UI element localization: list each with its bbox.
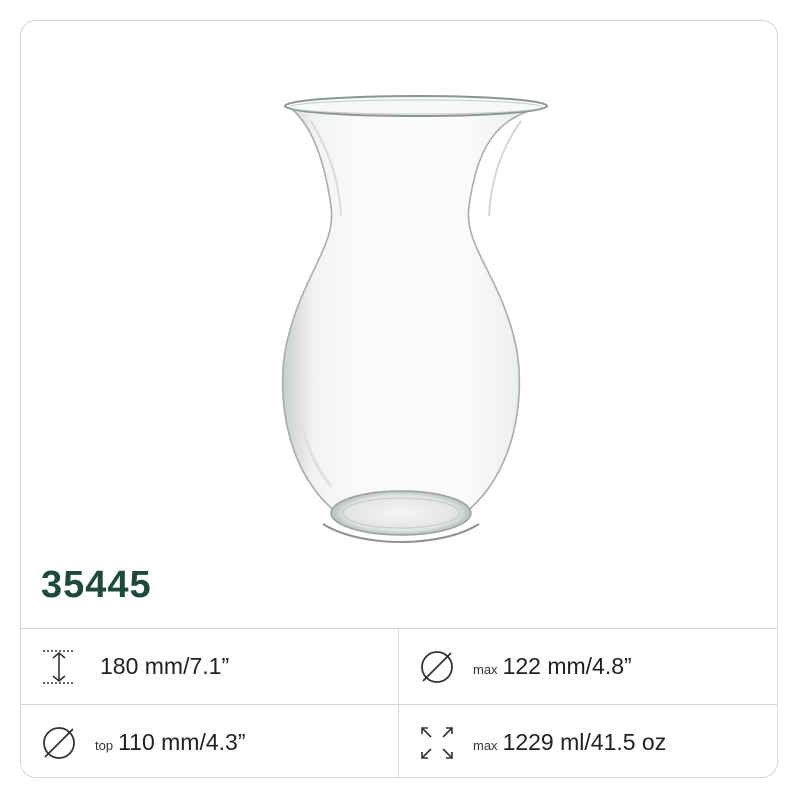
- spec-value: 110 mm/4.3”: [118, 729, 246, 755]
- spec-value: 122 mm/4.8”: [502, 653, 632, 679]
- diameter-icon: [37, 721, 81, 765]
- vase-image: [281, 95, 548, 543]
- product-code: 35445: [41, 564, 152, 606]
- height-icon: [37, 645, 81, 689]
- spec-max-diameter: max 122 mm/4.8”: [399, 629, 777, 704]
- spec-height: 180 mm/7.1”: [21, 629, 399, 704]
- spec-prefix: top: [95, 738, 114, 753]
- specs-table: 180 mm/7.1” max 122 mm/4.8” top 110 mm/4…: [21, 628, 777, 777]
- product-card: 35445 180 mm/7.1” max 122 mm/4.8” top 11…: [20, 20, 778, 778]
- spec-top-diameter: top 110 mm/4.3”: [21, 705, 399, 777]
- specs-row: top 110 mm/4.3” max 1229 ml/41.5 oz: [21, 705, 777, 777]
- product-image-area: [21, 21, 777, 561]
- diameter-icon: [415, 645, 459, 689]
- spec-value: 180 mm/7.1”: [100, 653, 230, 679]
- spec-prefix: max: [473, 738, 498, 753]
- specs-row: 180 mm/7.1” max 122 mm/4.8”: [21, 629, 777, 705]
- spec-prefix: max: [473, 662, 498, 677]
- spec-value: 1229 ml/41.5 oz: [502, 729, 667, 755]
- volume-icon: [415, 721, 459, 765]
- spec-max-volume: max 1229 ml/41.5 oz: [399, 705, 777, 777]
